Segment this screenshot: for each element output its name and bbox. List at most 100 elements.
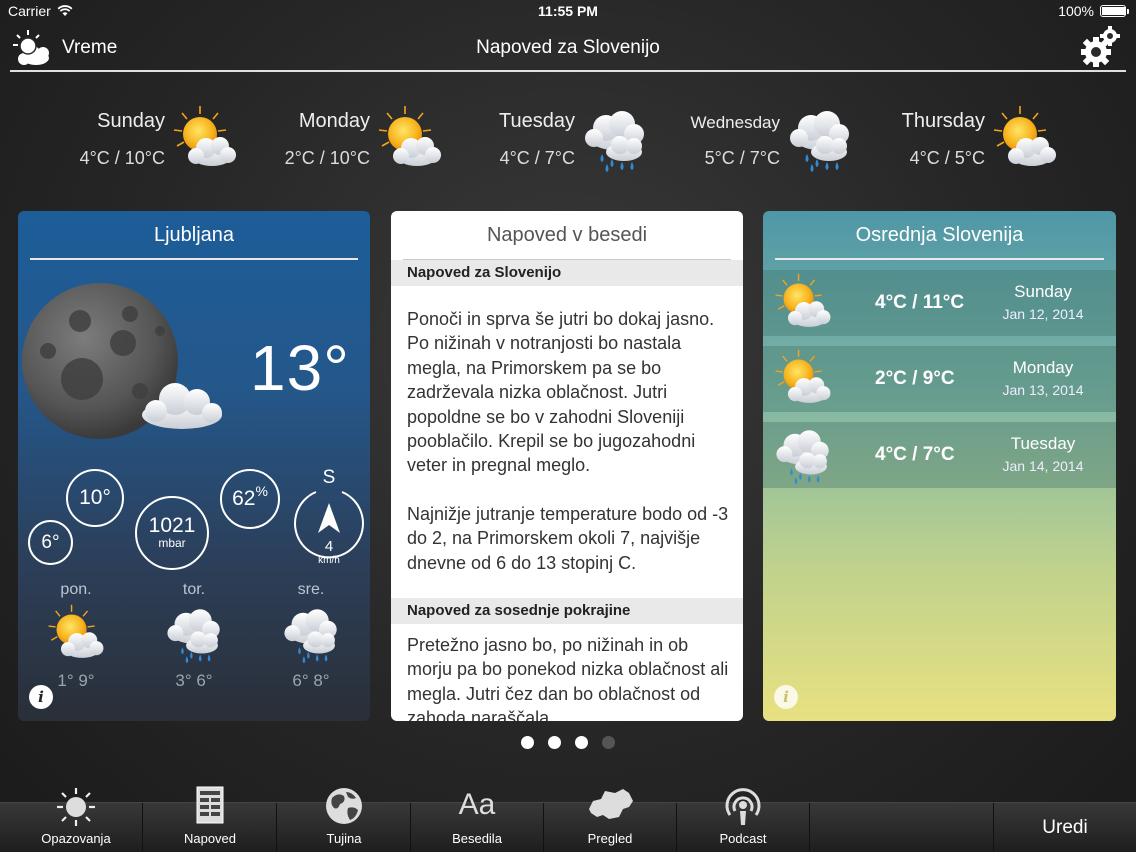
pressure-circle: 1021 mbar xyxy=(135,496,209,570)
day-name: Wednesday xyxy=(690,113,780,132)
sun-cloud-icon xyxy=(170,104,240,174)
region-forecast-row[interactable]: 4°C / 11°C Sunday Jan 12, 2014 xyxy=(763,270,1116,336)
sun-cloud-icon xyxy=(41,603,111,665)
rain-cloud-icon xyxy=(769,424,837,486)
day-forecast[interactable]: Sunday 4°C / 10°C xyxy=(60,100,260,180)
humidity-circle: 62% xyxy=(220,469,280,529)
page-title: Napoved za Slovenijo xyxy=(476,37,660,58)
day-forecast[interactable]: Thursday 4°C / 5°C xyxy=(880,100,1080,180)
max-temp: 10° xyxy=(79,486,111,509)
humidity-value: 62 xyxy=(232,487,256,510)
forecast-paragraph: Najnižje jutranje temperature bodo od -3… xyxy=(407,504,729,573)
row-date: Jan 13, 2014 xyxy=(1002,382,1084,398)
globe-icon xyxy=(326,788,362,824)
moon-cloud-icon xyxy=(22,283,222,439)
text-aa-icon: Aa xyxy=(458,788,496,821)
tab-besedila[interactable]: Aa Besedila xyxy=(411,788,544,852)
mini-day-name: sre. xyxy=(297,581,325,598)
tab-label: Pregled xyxy=(587,831,633,846)
day-temp: 4°C / 5°C xyxy=(909,148,985,168)
day-temp: 5°C / 7°C xyxy=(704,148,780,168)
region-card[interactable]: Osrednja Slovenija 4°C / 11°C Sunday Jan… xyxy=(763,211,1116,721)
card-title: Napoved v besedi xyxy=(403,224,731,260)
sun-icon xyxy=(57,788,95,826)
row-date: Jan 12, 2014 xyxy=(1002,306,1084,322)
tab-label: Podcast xyxy=(719,831,767,846)
mini-day-name: pon. xyxy=(60,581,92,598)
battery-percent: 100% xyxy=(1058,3,1094,19)
forecast-paragraph: Pretežno jasno bo, po nižinah in ob morj… xyxy=(407,635,729,721)
row-temp: 2°C / 9°C xyxy=(875,368,955,389)
row-day: Monday xyxy=(1012,358,1074,377)
day-name: Monday xyxy=(298,110,370,132)
five-day-forecast: Sunday 4°C / 10°C Monday 2°C / 10°C Tues… xyxy=(60,100,1080,180)
day-temp: 2°C / 10°C xyxy=(284,148,370,168)
tab-tujina[interactable]: Tujina xyxy=(278,788,411,852)
day-temp: 4°C / 10°C xyxy=(79,148,165,168)
info-icon[interactable]: i xyxy=(774,685,798,709)
edit-button[interactable]: Uredi xyxy=(993,803,1136,852)
sun-cloud-icon xyxy=(769,272,837,334)
mini-day-temp: 6° 8° xyxy=(292,671,330,690)
tab-pregled[interactable]: Pregled xyxy=(544,789,677,852)
wind-speed: 4 xyxy=(324,538,334,555)
page-dot[interactable] xyxy=(575,736,588,749)
region-forecast-row[interactable]: 4°C / 7°C Tuesday Jan 14, 2014 xyxy=(763,422,1116,488)
row-temp: 4°C / 11°C xyxy=(875,292,965,313)
slovenia-map-icon xyxy=(589,789,633,819)
tab-opazovanja[interactable]: Opazovanja xyxy=(10,788,143,852)
card-title: Osrednja Slovenija xyxy=(775,224,1104,260)
region-forecast-row[interactable]: 2°C / 9°C Monday Jan 13, 2014 xyxy=(763,346,1116,412)
tab-podcast[interactable]: Podcast xyxy=(677,788,810,852)
status-time: 11:55 PM xyxy=(538,3,598,19)
ljubljana-card[interactable]: Ljubljana 13° 10° 6° 1021 mbar 62% S 4 k… xyxy=(18,211,370,721)
page-dot[interactable] xyxy=(548,736,561,749)
rain-cloud-icon xyxy=(785,104,855,174)
status-bar: Carrier 11:55 PM 100% xyxy=(0,0,1136,24)
mini-day-name: tor. xyxy=(182,581,206,598)
pressure-value: 1021 xyxy=(148,514,196,537)
row-date: Jan 14, 2014 xyxy=(1002,458,1084,474)
document-icon xyxy=(196,786,224,824)
humidity-unit: % xyxy=(255,483,268,499)
day-forecast[interactable]: Monday 2°C / 10°C xyxy=(265,100,465,180)
pressure-unit: mbar xyxy=(158,536,186,550)
forecast-paragraph: Ponoči in sprva še jutri bo dokaj jasno.… xyxy=(407,309,715,476)
wind-unit: km/h xyxy=(318,555,340,566)
sun-cloud-icon xyxy=(375,104,445,174)
sun-cloud-icon xyxy=(769,348,837,410)
sun-cloud-icon xyxy=(990,104,1060,174)
tab-napoved[interactable]: Napoved xyxy=(144,786,277,852)
tab-label: Besedila xyxy=(452,831,502,846)
mini-day-temp: 3° 6° xyxy=(175,671,213,690)
tab-label: Napoved xyxy=(183,831,237,846)
card-title: Ljubljana xyxy=(30,224,358,260)
day-name: Thursday xyxy=(901,110,985,132)
battery-icon xyxy=(1100,5,1129,17)
row-temp: 4°C / 7°C xyxy=(875,444,955,465)
rain-cloud-icon xyxy=(159,603,229,665)
mini-forecast[interactable]: sre. 6° 8° xyxy=(271,581,351,691)
row-day: Tuesday xyxy=(1010,434,1076,453)
wind-direction: S xyxy=(322,467,336,488)
wind-compass: S 4 km/h xyxy=(292,467,366,587)
text-forecast-card[interactable]: Napoved v besedi Napoved za Slovenijo Po… xyxy=(391,211,743,721)
min-temp: 6° xyxy=(41,532,60,553)
min-temp-circle: 6° xyxy=(28,520,73,565)
info-icon[interactable]: i xyxy=(29,685,53,709)
mini-forecast[interactable]: pon. 1° 9° xyxy=(36,581,116,691)
day-forecast[interactable]: Wednesday 5°C / 7°C xyxy=(675,100,875,180)
page-dot[interactable] xyxy=(521,736,534,749)
day-forecast[interactable]: Tuesday 4°C / 7°C xyxy=(470,100,670,180)
rain-cloud-icon xyxy=(580,104,650,174)
current-temp: 13° xyxy=(250,332,350,404)
mini-forecast[interactable]: tor. 3° 6° xyxy=(154,581,234,691)
row-day: Sunday xyxy=(1014,282,1072,301)
day-temp: 4°C / 7°C xyxy=(499,148,575,168)
max-temp-circle: 10° xyxy=(66,469,124,527)
day-name: Sunday xyxy=(97,110,165,132)
gear-icon[interactable] xyxy=(1080,26,1120,68)
page-indicator[interactable] xyxy=(0,736,1136,749)
rain-cloud-icon xyxy=(276,603,346,665)
page-dot[interactable] xyxy=(602,736,615,749)
